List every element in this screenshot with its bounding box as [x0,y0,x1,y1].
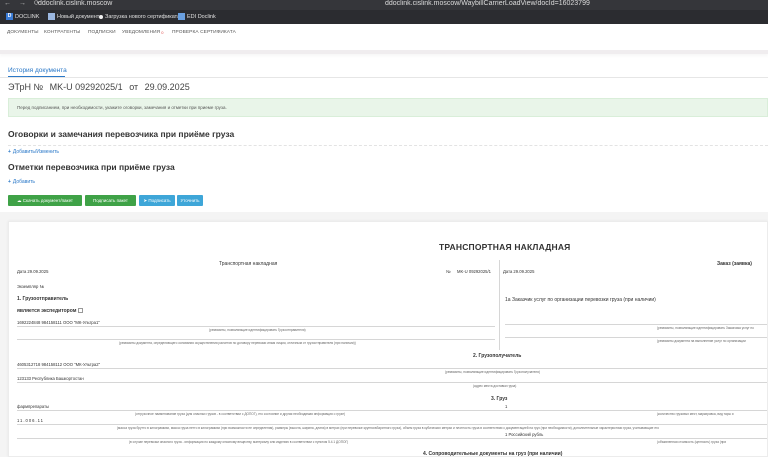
preview-title: ТРАНСПОРТНАЯ НАКЛАДНАЯ [439,242,571,252]
preview-left-title: Транспортная накладная [219,261,278,267]
divider [0,77,768,78]
document-icon [48,13,55,21]
marks-add-label: Добавить [12,179,36,185]
preview-line [17,438,767,439]
order-text: 1а Заказчик услуг по организации перевоз… [505,297,656,303]
tab-document-history[interactable]: История документа [8,67,67,74]
bookmark-doclink-label: DOCLINK [15,14,40,20]
section-consignee-title: 2. Грузополучатель [473,353,522,359]
doclink-logo-icon: D [6,13,13,21]
preview-line [17,339,495,340]
address-caption: (адрес места доставки груза) [473,384,517,388]
bookmarks-bar: D DOCLINK Новый документ Загрузка нового … [0,10,768,24]
shipper-caption-2: (реквизиты документа, определяющего осно… [119,341,356,345]
preview-copy-label: Экземпляр № [17,284,44,289]
doc-date-prefix: от [129,82,139,92]
bookmark-upload-certificate[interactable]: Загрузка нового сертификата [99,13,180,21]
remarks-add-label: Добавить/Изменить [12,149,59,155]
bookmark-edi-doclink-label: EDI Doclink [187,14,216,20]
bookmark-new-document-label: Новый документ [57,14,100,20]
preview-line [17,410,767,411]
preview-line [17,326,495,327]
preview-column-divider [499,260,500,350]
remarks-section-title: Оговорки и замечания перевозчика при при… [8,129,235,139]
cargo-caption: (отгрузочное наименование груза (для опа… [135,412,346,416]
edi-icon [178,13,185,21]
preview-date-left: Дата 29.09.2025 [17,269,49,274]
notifications-badge: 0 [161,30,164,35]
info-banner: Перед подписанием, при необходимости, ук… [8,98,768,117]
cargo-price: 1 Российский рубль [505,432,544,437]
doc-date: 29.09.2025 [144,82,190,92]
certificate-icon [99,14,103,19]
preview-line [505,337,767,338]
bookmark-new-document[interactable]: Новый документ [48,13,99,21]
section-shipper-title: 1. Грузоотправитель [17,296,69,302]
nav-certificate-check[interactable]: ПРОВЕРКА СЕРТИФИКАТА [172,30,236,35]
nav-subscriptions[interactable]: ПОДПИСКИ [88,30,116,35]
plus-icon: + [8,179,11,185]
section-cargo-title: 3. Груз [491,396,508,402]
cargo-qty-caption: (количество грузовых мест, маркировка, в… [657,412,734,416]
cargo-name: фармпрепараты [17,404,49,409]
order-caption-2: (реквизиты документа на выполнение услуг… [657,339,746,343]
bookmark-edi-doclink[interactable]: EDI Doclink [178,13,216,21]
doc-number: MK-U 09292025/1 [49,82,123,92]
cargo-qty: 1 [505,404,508,409]
preview-line [505,324,767,325]
preview-date-right: Дата 29.09.2025 [503,269,535,274]
nav-notifications-label: УВЕДОМЛЕНИЯ [122,30,161,35]
consignee-text: 4605312718 984158112 ООО "МК-Ультра2" [17,362,101,367]
sign-button[interactable]: ➤ Подписать [139,195,175,206]
document-preview: ТРАНСПОРТНАЯ НАКЛАДНАЯ Транспортная накл… [8,221,768,457]
remarks-add-link[interactable]: + Добавить/Изменить [8,149,59,155]
preview-right-title: Заказ (заявка) [717,261,752,267]
consignee-caption: (реквизиты, позволяющие идентифицировать… [445,370,540,374]
forwarder-label-text: является экспедитором [17,308,77,314]
bookmark-upload-certificate-label: Загрузка нового сертификата [105,14,181,20]
plus-icon: + [8,149,11,155]
order-caption: (реквизиты, позволяющие идентифицировать… [657,326,754,330]
browser-nav-icons[interactable]: ← → ⟳ [4,0,43,8]
bookmark-doclink[interactable]: D DOCLINK [6,13,39,21]
cargo-price-caption: (объявленная стоимость (ценность) груза … [657,440,727,444]
clarify-button[interactable]: Уточнить [177,195,203,206]
preview-number-value: MK-U 09292025/1 [457,269,491,274]
cargo-hazard-caption: (в случае перевозки опасного груза - инф… [129,440,349,444]
preview-number-label: № [446,269,451,274]
browser-address-bar: ← → ⟳ ddoclink.cislink.moscow ddoclink.c… [0,0,768,10]
nav-notifications[interactable]: УВЕДОМЛЕНИЯ0 [122,30,164,35]
download-button[interactable]: ☁ Скачать документ/пакет [8,195,82,206]
doc-type: ЭТрН № [8,82,44,92]
browser-url[interactable]: ddoclink.cislink.moscow/WaybillCarrierLo… [385,0,590,8]
cargo-code-caption: (масса груза брутто в килограммах, масса… [117,426,659,430]
browser-tab-host[interactable]: ddoclink.cislink.moscow [38,0,112,8]
address-text: 123133 Республика Башкортостан [17,376,84,381]
forwarder-label: является экспедитором [17,308,84,314]
preview-line [17,424,767,425]
nav-counterparties[interactable]: КОНТРАГЕНТЫ [44,30,80,35]
preview-line [17,382,767,383]
nav-documents[interactable]: ДОКУМЕНТЫ [7,30,39,35]
page-title: ЭТрН № MK-U 09292025/1 от 29.09.2025 [8,82,194,92]
forwarder-checkbox[interactable] [78,308,84,314]
sign-package-button[interactable]: Подписать пакет [85,195,136,206]
cargo-code: 11.006.11 [17,418,45,423]
download-button-label: Скачать документ/пакет [22,198,73,203]
shipper-caption: (реквизиты, позволяющие идентифицировать… [209,328,306,332]
section-docs-title: 4. Сопроводительные документы на груз (п… [423,451,563,457]
marks-section-title: Отметки перевозчика при приёме груза [8,162,175,172]
preview-line [17,368,767,369]
marks-add-link[interactable]: + Добавить [8,179,35,185]
shipper-text: 1692224848 984158111 ООО "МК-Ультра1" [17,320,100,325]
nav-shadow [0,50,768,54]
sign-button-label: Подписать [148,198,171,203]
remarks-divider [8,145,768,146]
